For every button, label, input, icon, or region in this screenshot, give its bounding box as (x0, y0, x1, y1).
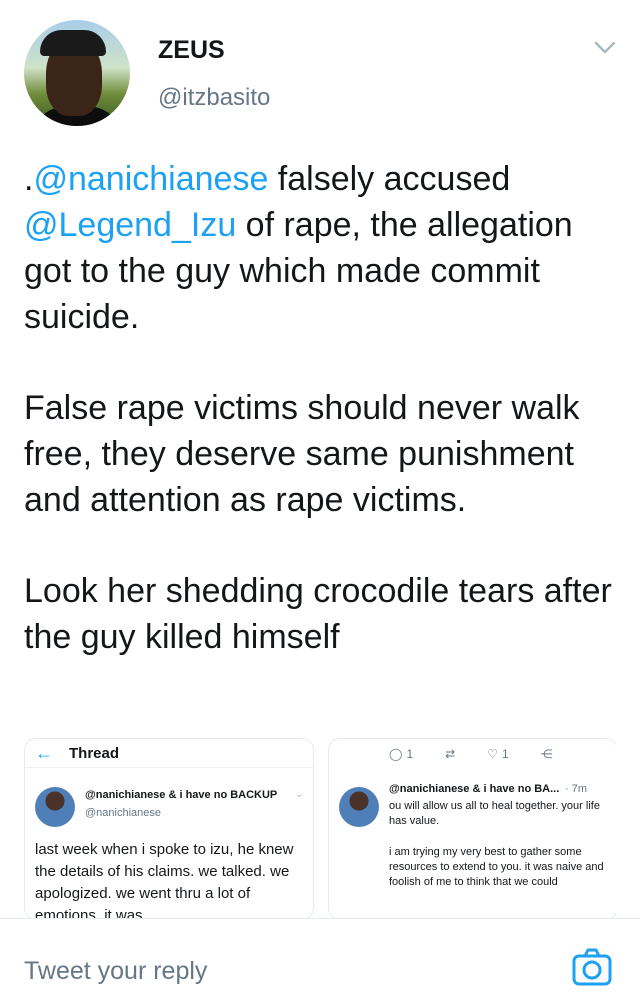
embed-body: ou will allow us all to heal together. y… (389, 800, 600, 827)
like-action: ♡ 1 (487, 747, 509, 761)
avatar (339, 787, 379, 827)
action-bar: ◯ 1 ⇄ ♡ 1 ⋲ (389, 747, 553, 761)
embed-author-handle: @nanichianese (85, 807, 161, 819)
tweet-paragraph-2: False rape victims should never walk fre… (24, 389, 580, 519)
tweet-paragraph-1: .@nanichianese falsely accused @Legend_I… (24, 160, 573, 336)
chevron-down-icon: ⌄ (295, 789, 304, 800)
reply-action: ◯ 1 (389, 747, 414, 761)
tweet-header: ZEUS @itzbasito (0, 0, 640, 140)
author-name[interactable]: ZEUS (158, 36, 225, 65)
retweet-icon: ⇄ (445, 747, 456, 761)
attached-images[interactable]: ← Thread @nanichianese & i have no BACKU… (24, 738, 616, 918)
author-avatar[interactable] (24, 20, 130, 126)
embed-author-name: @nanichianese & i have no BACKUP (85, 789, 278, 801)
mention-link[interactable]: @Legend_Izu (24, 206, 236, 244)
back-arrow-icon: ← (35, 742, 53, 763)
thread-bar: ← Thread (25, 739, 313, 768)
embed-timestamp: · 7m (565, 783, 587, 795)
share-icon: ⋲ (540, 747, 553, 761)
camera-icon[interactable] (572, 947, 612, 987)
embed-body-continued: i am trying my very best to gather some … (389, 846, 604, 888)
retweet-action: ⇄ (445, 747, 455, 761)
thread-title: Thread (69, 744, 120, 762)
reply-input[interactable]: Tweet your reply (24, 957, 207, 986)
share-action: ⋲ (541, 747, 553, 761)
tweet-paragraph-3: Look her shedding crocodile tears after … (24, 572, 612, 656)
reply-icon: ◯ (389, 747, 403, 761)
embedded-screenshot-left[interactable]: ← Thread @nanichianese & i have no BACKU… (24, 738, 314, 918)
mention-link[interactable]: @nanichianese (33, 160, 268, 198)
tweet-text: .@nanichianese falsely accused @Legend_I… (24, 156, 624, 705)
embedded-screenshot-right[interactable]: ◯ 1 ⇄ ♡ 1 ⋲ @nanichianese & i have no BA..… (328, 738, 616, 918)
chevron-down-icon[interactable] (594, 40, 616, 56)
avatar-cap (40, 30, 106, 56)
avatar (35, 787, 75, 827)
reply-bar: Tweet your reply (0, 918, 640, 1004)
embed-author-name: @nanichianese & i have no BA... (389, 783, 560, 795)
heart-icon: ♡ (487, 747, 498, 761)
author-handle[interactable]: @itzbasito (158, 84, 270, 112)
embed-body: last week when i spoke to izu, he knew t… (35, 841, 294, 918)
